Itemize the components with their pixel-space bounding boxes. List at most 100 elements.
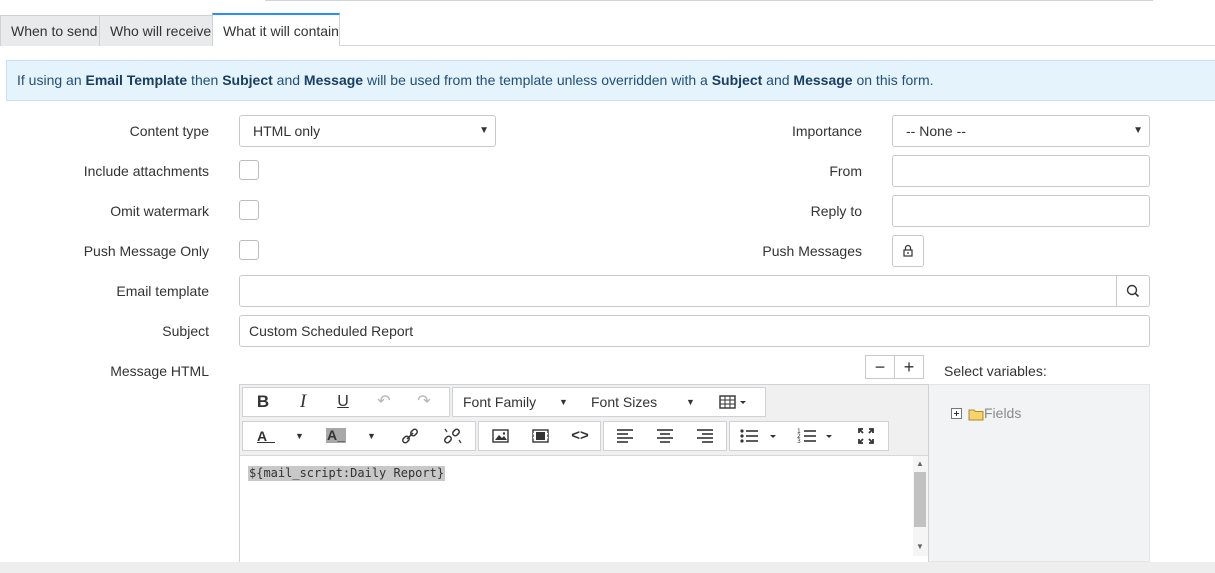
align-right-button[interactable] bbox=[686, 422, 724, 450]
underline-icon[interactable]: U bbox=[327, 388, 359, 416]
importance-select[interactable]: -- None -- ▼ bbox=[892, 115, 1150, 147]
select-variables-title: Select variables: bbox=[944, 363, 1047, 379]
color-link-toolbar-group: A_ ▼ A_ ▼ bbox=[242, 421, 476, 451]
bottom-bar bbox=[0, 562, 1215, 573]
formatting-toolbar-group: B I U ↶ ↷ bbox=[242, 387, 450, 417]
shrink-editor-button[interactable]: − bbox=[865, 355, 895, 379]
banner-text: If using an bbox=[17, 72, 86, 88]
alignment-toolbar-group bbox=[603, 421, 727, 451]
banner-bold-text: Subject bbox=[711, 72, 763, 88]
dropdown-arrow-icon: ▼ bbox=[1133, 125, 1143, 136]
video-icon bbox=[532, 429, 549, 443]
align-left-button[interactable] bbox=[606, 422, 644, 450]
subject-input[interactable]: Custom Scheduled Report bbox=[239, 315, 1150, 347]
content-type-select[interactable]: HTML only ▼ bbox=[239, 115, 496, 147]
editor-scrollbar[interactable]: ▲ ▼ bbox=[913, 456, 928, 556]
insert-image-button[interactable] bbox=[481, 422, 519, 450]
svg-text:3: 3 bbox=[797, 438, 801, 445]
banner-bold-text: Subject bbox=[222, 72, 273, 88]
bullet-list-dropdown[interactable] bbox=[732, 422, 786, 450]
banner-bold-text: Email Template bbox=[85, 72, 188, 88]
banner-text: on this form. bbox=[852, 72, 934, 88]
scrollbar-thumb[interactable] bbox=[914, 472, 926, 527]
tabs-baseline bbox=[340, 45, 1215, 46]
reply-to-input[interactable] bbox=[892, 195, 1150, 227]
chevron-down-icon: ▼ bbox=[686, 397, 695, 407]
font-sizes-label: Font Sizes bbox=[591, 394, 658, 410]
content-type-value: HTML only bbox=[253, 123, 321, 139]
italic-icon[interactable]: I bbox=[287, 388, 319, 416]
subject-label: Subject bbox=[162, 323, 209, 339]
info-banner: If using an Email Template then Subject … bbox=[6, 60, 1215, 101]
media-toolbar-group: <> bbox=[478, 421, 601, 451]
link-icon bbox=[402, 428, 418, 444]
unlink-icon bbox=[444, 428, 462, 444]
email-template-label: Email template bbox=[116, 283, 209, 299]
push-message-only-checkbox[interactable] bbox=[239, 240, 259, 260]
variables-panel: Fields bbox=[929, 384, 1150, 562]
expand-toggle-icon[interactable] bbox=[951, 408, 962, 419]
table-icon bbox=[719, 395, 746, 409]
email-template-lookup-button[interactable] bbox=[1116, 275, 1149, 307]
fullscreen-button[interactable] bbox=[846, 422, 886, 450]
text-color-dropdown[interactable]: A_ ▼ bbox=[247, 422, 311, 450]
tab-when-to-send[interactable]: When to send bbox=[0, 15, 100, 46]
banner-text: and bbox=[272, 72, 304, 88]
redo-icon[interactable]: ↷ bbox=[408, 388, 440, 416]
chevron-down-icon: ▼ bbox=[559, 397, 568, 407]
remove-link-button[interactable] bbox=[435, 422, 469, 450]
font-toolbar-group: Font Family ▼ Font Sizes ▼ bbox=[452, 387, 766, 417]
align-center-button[interactable] bbox=[646, 422, 684, 450]
importance-label: Importance bbox=[791, 123, 862, 139]
align-right-icon bbox=[697, 429, 713, 443]
insert-link-button[interactable] bbox=[393, 422, 427, 450]
table-dropdown[interactable] bbox=[717, 388, 757, 416]
font-family-label: Font Family bbox=[463, 394, 537, 410]
tab-what-it-will-contain[interactable]: What it will contain bbox=[212, 13, 340, 46]
push-messages-label: Push Messages bbox=[762, 243, 862, 259]
insert-video-button[interactable] bbox=[521, 422, 559, 450]
font-family-dropdown[interactable]: Font Family ▼ bbox=[463, 388, 581, 416]
content-type-label: Content type bbox=[129, 123, 209, 139]
tree-item-fields[interactable]: Fields bbox=[984, 405, 1021, 421]
top-divider bbox=[265, 0, 1153, 1]
importance-value: -- None -- bbox=[906, 123, 966, 139]
source-code-icon[interactable]: <> bbox=[561, 422, 599, 450]
align-center-icon bbox=[657, 429, 673, 443]
text-color-icon: A_ bbox=[257, 428, 275, 444]
include-attachments-label: Include attachments bbox=[83, 163, 209, 179]
bullet-list-icon bbox=[740, 429, 776, 443]
push-message-only-label: Push Message Only bbox=[83, 243, 209, 259]
banner-bold-text: Message bbox=[793, 72, 853, 88]
background-color-dropdown[interactable]: A_ ▼ bbox=[319, 422, 383, 450]
expand-editor-button[interactable]: + bbox=[894, 355, 924, 379]
dropdown-arrow-icon: ▼ bbox=[479, 125, 489, 136]
lock-icon bbox=[903, 244, 913, 257]
numbered-list-dropdown[interactable]: 123 bbox=[790, 422, 844, 450]
tab-who-will-receive[interactable]: Who will receive bbox=[99, 15, 213, 46]
mail-script-token: ${mail_script:Daily Report} bbox=[248, 466, 446, 481]
fullscreen-icon bbox=[858, 428, 874, 444]
banner-bold-text: Message bbox=[303, 72, 364, 88]
banner-text: will be used from the template unless ov… bbox=[363, 72, 712, 88]
scroll-down-icon[interactable]: ▼ bbox=[916, 542, 924, 551]
undo-icon[interactable]: ↶ bbox=[368, 388, 400, 416]
scroll-up-icon[interactable]: ▲ bbox=[916, 459, 924, 468]
chevron-down-icon: ▼ bbox=[367, 431, 376, 441]
numbered-list-icon: 123 bbox=[797, 428, 832, 445]
message-html-label: Message HTML bbox=[110, 363, 209, 379]
font-sizes-dropdown[interactable]: Font Sizes ▼ bbox=[591, 388, 701, 416]
include-attachments-checkbox[interactable] bbox=[239, 160, 259, 180]
list-toolbar-group: 123 bbox=[729, 421, 889, 451]
background-color-icon: A_ bbox=[326, 427, 346, 443]
search-icon bbox=[1126, 284, 1140, 298]
email-template-input[interactable] bbox=[239, 275, 1150, 307]
banner-text: and bbox=[762, 72, 794, 88]
image-icon bbox=[492, 429, 509, 443]
bold-icon[interactable]: B bbox=[247, 388, 279, 416]
from-input[interactable] bbox=[892, 155, 1150, 187]
chevron-down-icon: ▼ bbox=[295, 431, 304, 441]
omit-watermark-checkbox[interactable] bbox=[239, 200, 259, 220]
align-left-icon bbox=[617, 429, 633, 443]
push-messages-lock-button[interactable] bbox=[892, 235, 924, 267]
